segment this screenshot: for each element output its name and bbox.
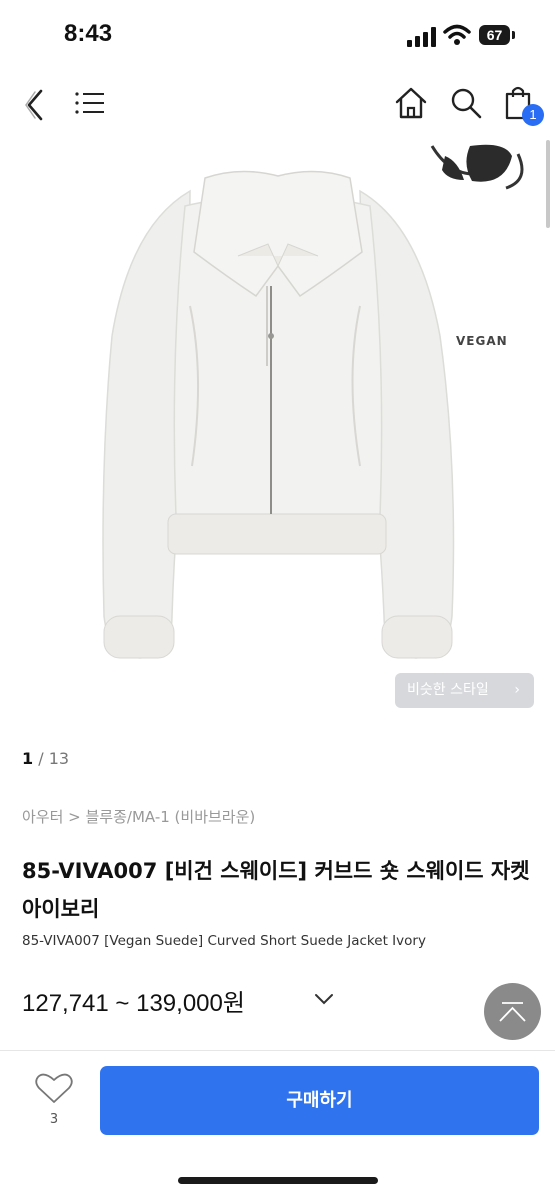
wifi-icon [443, 24, 471, 45]
current-page: 1 [22, 749, 34, 768]
home-icon[interactable] [394, 86, 428, 120]
category-breadcrumb[interactable]: 아우터 > 블루종/MA-1 (비바브라운) [22, 806, 255, 827]
like-count: 3 [49, 1112, 59, 1127]
product-title: 85-VIVA007 [비건 스웨이드] 커브드 숏 스웨이드 자켓 아이보리 [22, 859, 530, 921]
status-bar: 8:43 67 [0, 0, 555, 72]
cellular-signal-icon [407, 27, 436, 47]
chevron-right-icon: › [514, 682, 520, 698]
price-row[interactable]: 127,741 ~ 139,000원 [22, 983, 333, 1019]
scroll-indicator [546, 140, 550, 228]
menu-icon[interactable] [75, 91, 105, 115]
cart-count-badge: 1 [522, 104, 544, 126]
image-page-indicator: 1 / 13 [22, 749, 69, 768]
battery-icon: 67 [479, 25, 517, 47]
search-icon[interactable] [449, 86, 483, 120]
chevron-down-icon[interactable] [314, 992, 334, 1006]
heart-icon [35, 1073, 73, 1103]
status-time: 8:43 [64, 20, 113, 47]
jacket-image [102, 144, 524, 659]
total-pages: 13 [48, 749, 70, 768]
similar-style-label: 비슷한 스타일 [407, 682, 489, 698]
scroll-to-top-button[interactable] [484, 983, 541, 1040]
product-price: 127,741 ~ 139,000원 [22, 990, 245, 1017]
home-indicator [178, 1177, 378, 1184]
product-subtitle: 85-VIVA007 [Vegan Suede] Curved Short Su… [22, 933, 426, 949]
buy-button[interactable]: 구매하기 [100, 1066, 539, 1135]
vegan-logo-icon [430, 144, 524, 190]
similar-style-button[interactable]: 비슷한 스타일 › [395, 673, 534, 708]
like-button[interactable]: 3 [32, 1070, 76, 1130]
page-separator: / [33, 749, 49, 768]
product-image[interactable]: VEGAN [0, 136, 555, 736]
nav-bar [0, 72, 555, 136]
back-chevron-icon[interactable] [22, 88, 52, 122]
vegan-badge-label: VEGAN [456, 334, 508, 348]
arrow-up-icon [499, 1002, 526, 1022]
battery-level: 67 [479, 25, 510, 45]
